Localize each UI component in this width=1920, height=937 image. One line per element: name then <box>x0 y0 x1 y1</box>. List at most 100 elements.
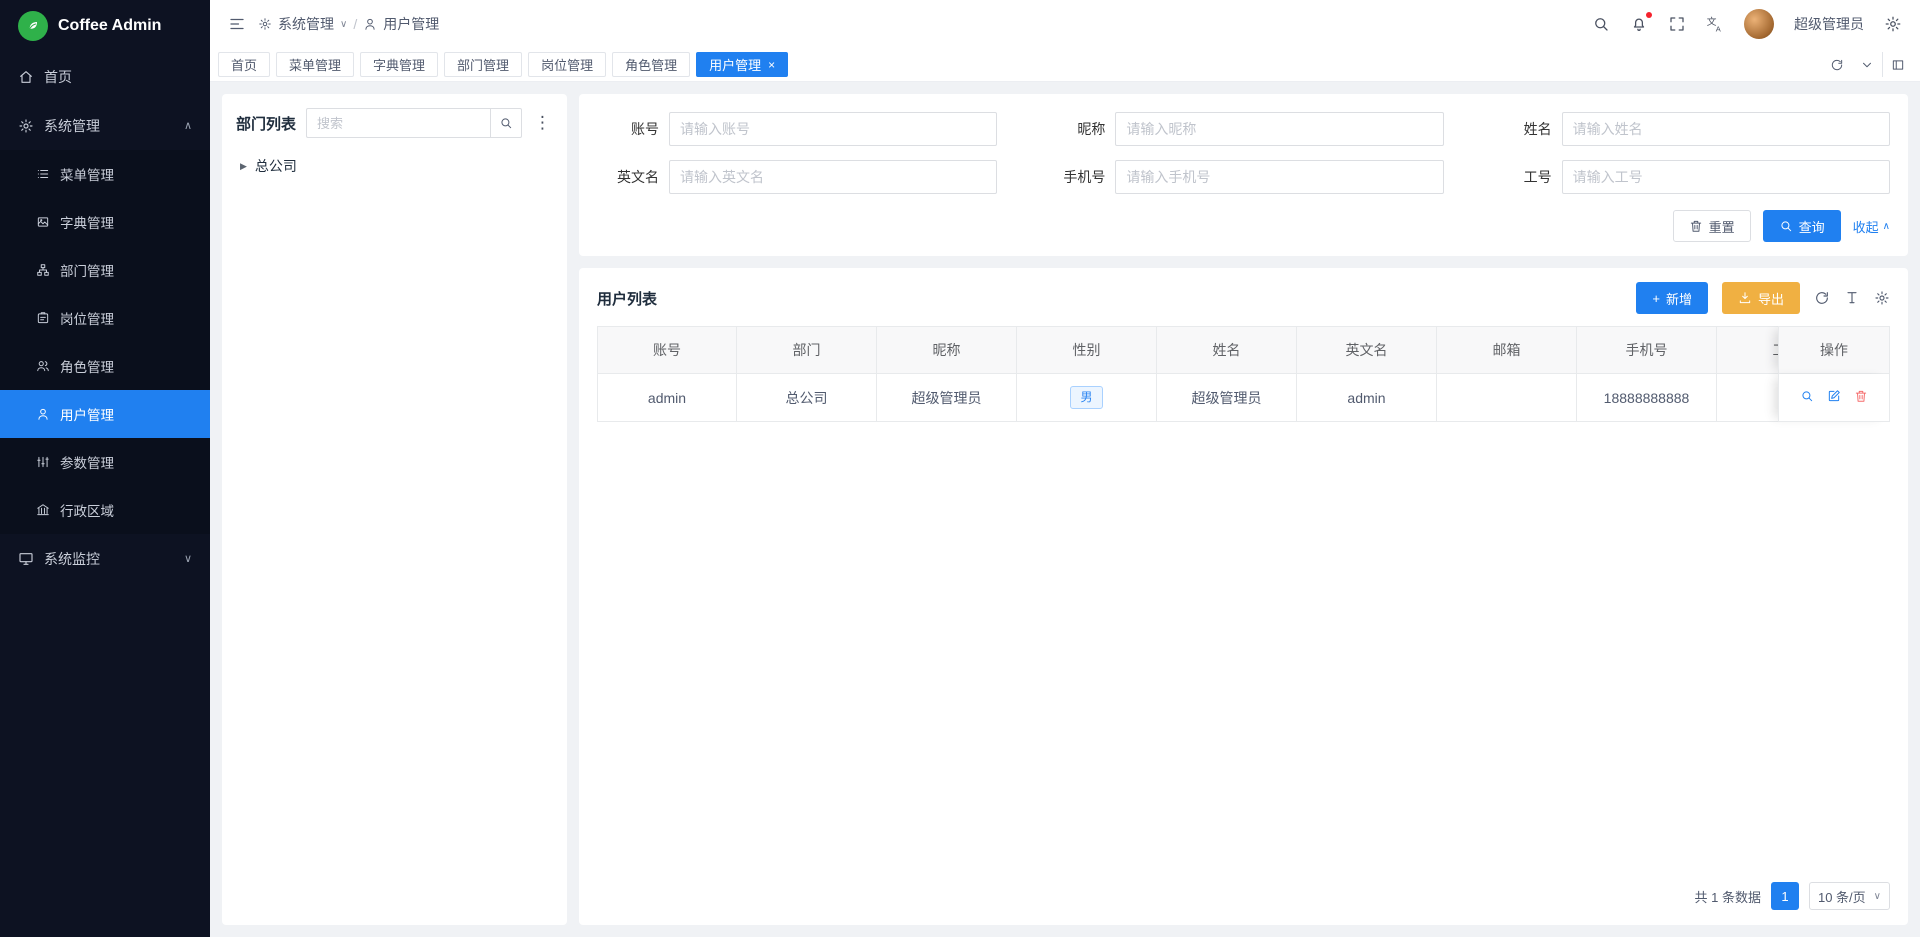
name-input[interactable] <box>1562 112 1890 146</box>
department-panel-title: 部门列表 <box>236 113 296 134</box>
sidebar: Coffee Admin 首页 系统管理 ∧ 菜单管理 字典管理 部门管理 <box>0 0 210 937</box>
col-en-name: 英文名 <box>1297 326 1437 374</box>
col-email: 邮箱 <box>1437 326 1577 374</box>
tab-dict-management[interactable]: 字典管理 <box>360 52 438 77</box>
table-row[interactable]: admin 总公司 超级管理员 男 超级管理员 admin 1888888888… <box>597 374 1890 422</box>
reset-button[interactable]: 重置 <box>1673 210 1751 242</box>
monitor-icon <box>18 551 34 567</box>
department-panel: 部门列表 ⋮ ▶ 总公司 <box>222 94 567 925</box>
more-options-dots-icon[interactable]: ⋮ <box>532 113 553 133</box>
people-icon <box>36 359 50 373</box>
view-row-icon[interactable] <box>1800 389 1814 406</box>
field-work-no: 工号 <box>1490 160 1890 194</box>
sidebar-item-user-management[interactable]: 用户管理 <box>0 390 210 438</box>
sidebar-item-dept-management[interactable]: 部门管理 <box>0 246 210 294</box>
pagination: 共 1 条数据 1 10 条/页 ∨ <box>597 875 1890 917</box>
user-avatar[interactable] <box>1744 9 1774 39</box>
english-name-input[interactable] <box>669 160 997 194</box>
total-count-text: 共 1 条数据 <box>1695 887 1761 906</box>
app-root: Coffee Admin 首页 系统管理 ∧ 菜单管理 字典管理 部门管理 <box>0 0 1920 937</box>
sidebar-item-region-management[interactable]: 行政区域 <box>0 486 210 534</box>
settings-gear-icon[interactable] <box>1884 15 1902 33</box>
tab-actions-chevron-down-icon[interactable] <box>1852 52 1882 77</box>
edit-row-icon[interactable] <box>1827 389 1841 406</box>
sidebar-item-system-management[interactable]: 系统管理 ∧ <box>0 101 210 150</box>
sidebar-item-dict-management[interactable]: 字典管理 <box>0 198 210 246</box>
close-icon[interactable]: × <box>768 59 775 71</box>
user-table: 账号 部门 昵称 性别 姓名 英文名 邮箱 手机号 工号 生日 <box>597 326 1890 422</box>
user-list-card: 用户列表 + 新增 导出 <box>579 268 1908 925</box>
chevron-down-icon: ∨ <box>340 19 347 30</box>
main-column: 账号 昵称 姓名 英文名 <box>579 94 1908 925</box>
gear-icon <box>18 118 34 134</box>
trash-icon <box>1689 219 1703 233</box>
account-input[interactable] <box>669 112 997 146</box>
fullscreen-icon[interactable] <box>1668 15 1686 33</box>
person-icon <box>36 407 50 421</box>
col-gender: 性别 <box>1017 326 1157 374</box>
col-phone: 手机号 <box>1577 326 1717 374</box>
bank-icon <box>36 503 50 517</box>
page-number-button[interactable]: 1 <box>1771 882 1799 910</box>
sidebar-item-param-management[interactable]: 参数管理 <box>0 438 210 486</box>
content-area: 部门列表 ⋮ ▶ 总公司 <box>210 82 1920 937</box>
tab-post-management[interactable]: 岗位管理 <box>528 52 606 77</box>
col-account: 账号 <box>597 326 737 374</box>
app-logo: Coffee Admin <box>0 0 210 52</box>
collapse-form-link[interactable]: 收起 ∧ <box>1853 217 1890 236</box>
sidebar-item-menu-management[interactable]: 菜单管理 <box>0 150 210 198</box>
sidebar-item-system-monitor[interactable]: 系统监控 ∨ <box>0 534 210 583</box>
delete-row-icon[interactable] <box>1854 389 1868 406</box>
search-form-card: 账号 昵称 姓名 英文名 <box>579 94 1908 256</box>
collapse-sidebar-icon[interactable] <box>228 15 246 33</box>
table-gear-icon[interactable] <box>1874 290 1890 306</box>
download-icon <box>1738 291 1752 305</box>
page-size-select[interactable]: 10 条/页 ∨ <box>1809 882 1890 910</box>
tab-role-management[interactable]: 角色管理 <box>612 52 690 77</box>
main-wrap: 系统管理 ∨ / 用户管理 文A <box>210 0 1920 937</box>
notification-bell-icon[interactable] <box>1630 15 1648 33</box>
work-no-input[interactable] <box>1562 160 1890 194</box>
query-button[interactable]: 查询 <box>1763 210 1841 242</box>
department-search-button[interactable] <box>490 108 522 138</box>
cell-account: admin <box>597 374 737 422</box>
layout-toggle-icon[interactable] <box>1882 52 1912 77</box>
column-settings-icon[interactable] <box>1844 290 1860 306</box>
translate-icon[interactable]: 文A <box>1706 15 1724 33</box>
tab-dept-management[interactable]: 部门管理 <box>444 52 522 77</box>
breadcrumb: 系统管理 ∨ / 用户管理 <box>258 14 439 34</box>
tab-user-management[interactable]: 用户管理 × <box>696 52 788 77</box>
nickname-input[interactable] <box>1115 112 1443 146</box>
table-header-row: 账号 部门 昵称 性别 姓名 英文名 邮箱 手机号 工号 生日 <box>597 326 1890 374</box>
sliders-icon <box>36 455 50 469</box>
tree-node-head-office[interactable]: ▶ 总公司 <box>236 154 553 178</box>
org-tree-icon <box>36 263 50 277</box>
sidebar-item-home[interactable]: 首页 <box>0 52 210 101</box>
list-icon <box>36 167 50 181</box>
department-tree: ▶ 总公司 <box>236 154 553 178</box>
id-badge-icon <box>36 311 50 325</box>
table-scroll-area[interactable]: 账号 部门 昵称 性别 姓名 英文名 邮箱 手机号 工号 生日 <box>597 326 1890 875</box>
department-search-input[interactable] <box>306 108 490 138</box>
breadcrumb-level1[interactable]: 系统管理 <box>278 14 334 34</box>
search-icon[interactable] <box>1592 15 1610 33</box>
phone-input[interactable] <box>1115 160 1443 194</box>
tab-menu-management[interactable]: 菜单管理 <box>276 52 354 77</box>
search-icon <box>1779 219 1793 233</box>
notification-badge <box>1646 12 1652 18</box>
field-account: 账号 <box>597 112 997 146</box>
cell-nickname: 超级管理员 <box>877 374 1017 422</box>
sidebar-item-role-management[interactable]: 角色管理 <box>0 342 210 390</box>
chevron-up-icon: ∧ <box>1883 221 1890 232</box>
cell-en-name: admin <box>1297 374 1437 422</box>
user-name[interactable]: 超级管理员 <box>1794 14 1864 34</box>
export-button[interactable]: 导出 <box>1722 282 1800 314</box>
refresh-icon[interactable] <box>1822 52 1852 77</box>
cell-operation <box>1778 374 1890 422</box>
add-user-button[interactable]: + 新增 <box>1636 282 1708 314</box>
sidebar-item-post-management[interactable]: 岗位管理 <box>0 294 210 342</box>
tree-expand-arrow-icon[interactable]: ▶ <box>240 161 247 172</box>
person-icon <box>363 17 377 31</box>
table-refresh-icon[interactable] <box>1814 290 1830 306</box>
tab-home[interactable]: 首页 <box>218 52 270 77</box>
